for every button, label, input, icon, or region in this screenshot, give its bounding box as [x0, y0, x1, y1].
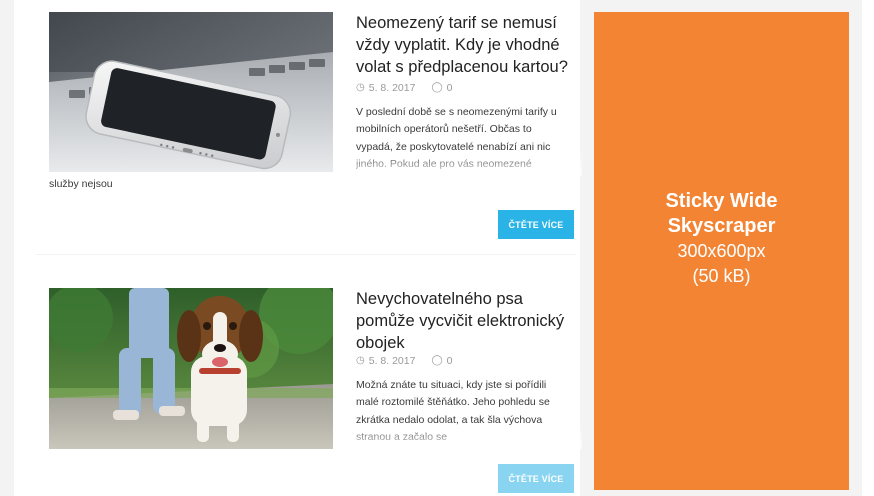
ad-label: Sticky Wide Skyscraper 300x600px (50 kB): [594, 189, 849, 289]
comment-icon[interactable]: ◯: [431, 356, 442, 366]
article-excerpt-overflow: služby nejsou: [49, 178, 113, 190]
beagle-dog-image: [49, 288, 333, 449]
excerpt-line: jiného. Pokud ale pro vás neomezené: [356, 158, 532, 171]
read-more-button[interactable]: ČTĚTE VÍCE: [498, 210, 574, 239]
article-thumbnail-smartphone[interactable]: [49, 12, 333, 172]
article-divider: [36, 254, 576, 255]
article-title-line: vždy vyplatit. Kdy je vhodné: [356, 36, 560, 54]
article-title-line: obojek: [356, 334, 405, 352]
article-meta: ◷ 5. 8. 2017 ◯ 0: [356, 81, 453, 95]
excerpt-line: mobilních operátorů nešetří. Občas to: [356, 123, 532, 136]
excerpt-line: vypadá, že poskytovatelé nenabízí ani ni…: [356, 140, 551, 153]
article-date: 5. 8. 2017: [368, 355, 416, 367]
article-comment-count[interactable]: 0: [447, 82, 453, 94]
ad-weight: (50 kB): [692, 266, 751, 286]
article-title-line: Nevychovatelného psa: [356, 290, 523, 308]
ad-size: 300x600px: [677, 241, 766, 261]
article-comment-count[interactable]: 0: [447, 355, 453, 367]
ad-title-line: Sticky Wide: [665, 190, 778, 212]
excerpt-line: zkrátka nedalo odolat, a tak šla výchova: [356, 413, 543, 426]
excerpt-line: malé roztomilé štěňátko. Jeho pohledu se: [356, 396, 550, 409]
clock-icon: ◷: [356, 355, 365, 366]
article-meta: ◷ 5. 8. 2017 ◯ 0: [356, 354, 453, 368]
page-edge: [862, 0, 874, 496]
sticky-skyscraper-ad[interactable]: Sticky Wide Skyscraper 300x600px (50 kB): [594, 12, 849, 490]
article-title[interactable]: Nevychovatelného psa pomůže vycvičit ele…: [356, 288, 564, 354]
ad-title-line: Skyscraper: [667, 215, 776, 237]
page: Neomezený tarif se nemusí vždy vyplatit.…: [0, 0, 874, 496]
clock-icon: ◷: [356, 82, 365, 93]
article-title[interactable]: Neomezený tarif se nemusí vždy vyplatit.…: [356, 12, 568, 78]
comment-icon[interactable]: ◯: [431, 83, 442, 93]
article-excerpt: V poslední době se s neomezenými tarify …: [356, 104, 582, 174]
article-title-line: volat s předplacenou kartou?: [356, 58, 568, 76]
smartphone-on-laptop-image: [49, 12, 333, 172]
article-title-line: pomůže vycvičit elektronický: [356, 312, 565, 330]
article-title-line: Neomezený tarif se nemusí: [356, 14, 557, 32]
read-more-button[interactable]: ČTĚTE VÍCE: [498, 464, 574, 493]
excerpt-line: stranou a začalo se: [356, 431, 448, 444]
excerpt-line: Možná znáte tu situaci, kdy jste si poří…: [356, 379, 547, 391]
article-date: 5. 8. 2017: [368, 82, 416, 94]
excerpt-line: V poslední době se s neomezenými tarify …: [356, 106, 557, 118]
article-thumbnail-dog[interactable]: [49, 288, 333, 449]
article-excerpt: Možná znáte tu situaci, kdy jste si poří…: [356, 377, 582, 447]
